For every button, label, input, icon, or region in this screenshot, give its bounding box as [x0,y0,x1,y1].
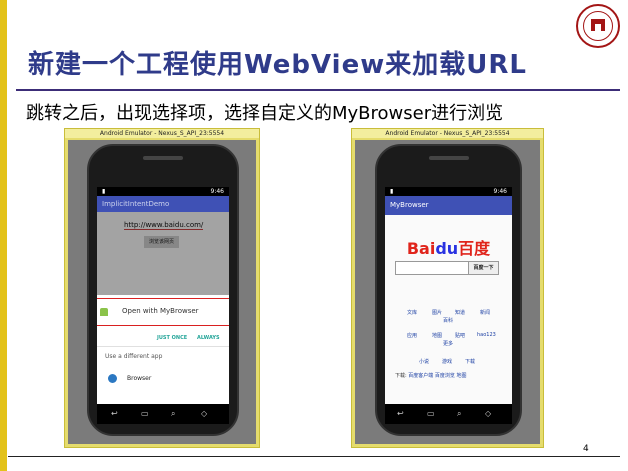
nav-bar: ↩ ▭ ⌕ ◇ [385,404,512,424]
search-input[interactable]: 百度一下 [395,261,499,275]
side-accent-bar [0,0,7,471]
phone-screen: ▮ 9:46 ImplicitIntentDemo http://www.bai… [97,187,229,424]
link-games[interactable]: 游戏 [442,358,452,365]
right-emulator-window: Android Emulator - Nexus_S_API_23:5554 ▮… [351,128,544,448]
notification-icon: ▮ [102,188,106,195]
link-baike[interactable]: 百科 [443,317,453,324]
link-tieba[interactable]: 贴吧 [455,332,465,339]
university-seal-logo [576,4,620,48]
link-maps[interactable]: 地图 [432,332,442,339]
emulator-title-bar: Android Emulator - Nexus_S_API_23:5554 [352,129,543,138]
footer-label: 下载: [395,373,407,379]
back-icon[interactable]: ↩ [397,409,404,418]
title-divider [16,89,620,91]
phone-screen: ▮ 9:46 MyBrowser Baidu百度 百度一下 文库 图片 知道 新… [385,187,512,424]
notification-icon: ▮ [390,188,394,195]
link-more[interactable]: 更多 [443,340,453,347]
footer-divider [8,456,620,457]
open-with-label: Open with MyBrowser [122,307,199,315]
link-hao123[interactable]: hao123 [477,332,496,338]
page-number: 4 [583,444,589,454]
android-icon [100,308,108,316]
status-bar: ▮ 9:46 [97,187,229,196]
footer-link-map[interactable]: 地图 [457,373,467,379]
chooser-sheet: Open with MyBrowser JUST ONCE ALWAYS Use… [97,295,229,404]
status-time: 9:46 [493,188,507,195]
seal-gate-icon [591,19,605,31]
link-novels[interactable]: 小说 [419,358,429,365]
link-apps[interactable]: 应用 [407,332,417,339]
baidu-logo: Baidu百度 [385,235,512,259]
link-download[interactable]: 下载 [465,358,475,365]
link-zhidao[interactable]: 知道 [455,309,465,316]
recent-apps-icon[interactable]: ◇ [485,409,491,418]
baidu-search-button[interactable]: 百度一下 [468,261,499,275]
slide-title: 新建一个工程使用WebView来加载URL [28,50,527,80]
link-news[interactable]: 新闻 [480,309,490,316]
emulator-body: ▮ 9:46 MyBrowser Baidu百度 百度一下 文库 图片 知道 新… [355,140,540,444]
baidu-logo-chinese: 百度 [458,239,491,258]
recent-apps-icon[interactable]: ◇ [201,409,207,418]
app-title-bar: MyBrowser [385,196,512,215]
browser-globe-icon[interactable] [108,374,117,383]
emulator-title-bar: Android Emulator - Nexus_S_API_23:5554 [65,129,259,138]
phone-device: ▮ 9:46 ImplicitIntentDemo http://www.bai… [87,144,239,436]
home-icon[interactable]: ▭ [141,409,149,418]
footer-link-client[interactable]: 百度客户端 [408,373,433,379]
speaker-grille [428,156,469,160]
use-different-app-label: Use a different app [105,353,163,360]
status-bar: ▮ 9:46 [385,187,512,196]
phone-device: ▮ 9:46 MyBrowser Baidu百度 百度一下 文库 图片 知道 新… [375,144,522,436]
baidu-logo-paw: du [435,239,459,258]
baidu-logo-bai: Bai [406,239,436,258]
sheet-divider [97,346,229,347]
search-icon[interactable]: ⌕ [171,409,175,419]
emulator-body: ▮ 9:46 ImplicitIntentDemo http://www.bai… [68,140,256,444]
footer-link-browser[interactable]: 百度浏览 [435,373,455,379]
nav-bar: ↩ ▭ ⌕ ◇ [97,404,229,424]
link-images[interactable]: 图片 [432,309,442,316]
open-with-mybrowser-option[interactable]: Open with MyBrowser [97,298,229,326]
browser-option[interactable]: Browser [127,375,151,382]
slide-subtitle: 跳转之后，出现选择项，选择自定义的MyBrowser进行浏览 [26,103,504,124]
search-icon[interactable]: ⌕ [457,409,461,419]
back-icon[interactable]: ↩ [111,409,118,418]
app-title-bar: ImplicitIntentDemo [97,196,229,212]
left-emulator-window: Android Emulator - Nexus_S_API_23:5554 ▮… [64,128,260,448]
download-footer: 下载: 百度客户端 百度浏览 地图 [395,372,467,379]
home-icon[interactable]: ▭ [427,409,435,418]
status-time: 9:46 [210,188,224,195]
always-button[interactable]: ALWAYS [197,335,220,341]
speaker-grille [143,156,183,160]
just-once-button[interactable]: JUST ONCE [157,335,187,341]
link-wenku[interactable]: 文库 [407,309,417,316]
